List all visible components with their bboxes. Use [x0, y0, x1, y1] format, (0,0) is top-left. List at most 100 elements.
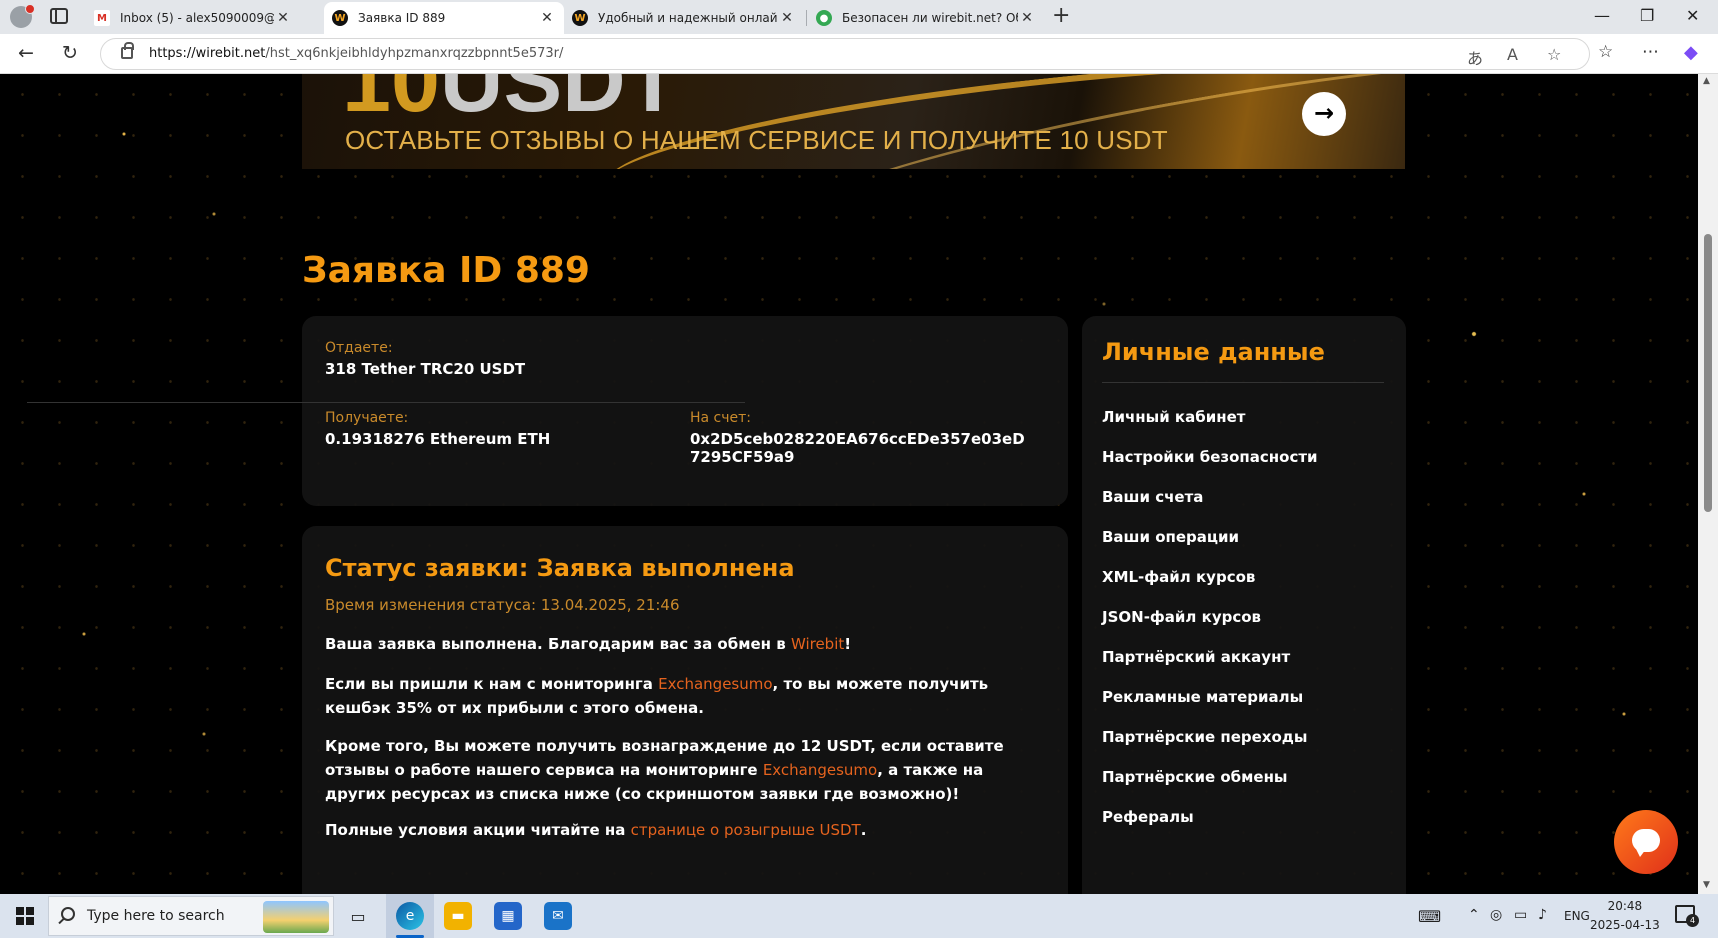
- mail-icon[interactable]: ✉: [544, 902, 572, 930]
- store-icon[interactable]: ▦: [494, 902, 522, 930]
- account-value-line1: 0x2D5ceb028220EA676ccEDe357e03eD: [690, 430, 1025, 448]
- sidebar-item-accounts[interactable]: Ваши счета: [1102, 488, 1203, 506]
- sidebar-item-partner-exchanges[interactable]: Партнёрские обмены: [1102, 768, 1288, 786]
- tab-separator: [806, 10, 807, 26]
- banner-arrow-icon[interactable]: →: [1302, 92, 1346, 136]
- close-tab-icon[interactable]: ✕: [538, 10, 556, 26]
- sidebar-item-json-rates[interactable]: JSON-файл курсов: [1102, 608, 1261, 626]
- tab-order-889[interactable]: W Заявка ID 889 ✕: [324, 2, 564, 34]
- page-viewport: 10USDT ОСТАВЬТЕ ОТЗЫВЫ О НАШЕМ СЕРВИСЕ И…: [4, 74, 1698, 894]
- windows-taskbar: Type here to search ▭ e ▬ ▦ ✉ ⌨ ⌃ ◎ ▭ ♪ …: [0, 894, 1718, 938]
- wirebit-icon: W: [332, 10, 348, 26]
- sidebar-divider: [1102, 382, 1384, 383]
- scroll-down-icon[interactable]: ▼: [1703, 880, 1710, 890]
- sidebar-item-partner-account[interactable]: Партнёрский аккаунт: [1102, 648, 1290, 666]
- review-site-icon: ●: [816, 10, 832, 26]
- sidebar-item-promo-materials[interactable]: Рекламные материалы: [1102, 688, 1303, 706]
- sidebar-item-operations[interactable]: Ваши операции: [1102, 528, 1239, 546]
- status-paragraph-3: Кроме того, Вы можете получить вознаграж…: [325, 737, 1004, 803]
- lock-icon[interactable]: [121, 42, 134, 59]
- usdt-giveaway-link[interactable]: странице о розыгрыше USDT: [631, 821, 861, 839]
- exchangesumo-link[interactable]: Exchangesumo: [763, 761, 877, 779]
- favorites-icon[interactable]: ☆: [1598, 42, 1613, 62]
- tab-title: Безопасен ли wirebit.net? Обзор: [842, 11, 1018, 25]
- tab-title: Inbox (5) - alex5090009@gmail.com: [120, 11, 274, 25]
- give-value: 318 Tether TRC20 USDT: [325, 360, 526, 378]
- promo-banner[interactable]: 10USDT ОСТАВЬТЕ ОТЗЫВЫ О НАШЕМ СЕРВИСЕ И…: [302, 74, 1405, 169]
- scroll-up-icon[interactable]: ▲: [1703, 76, 1710, 86]
- edge-browser-icon[interactable]: e: [396, 902, 424, 930]
- restore-icon[interactable]: ❐: [1640, 6, 1654, 25]
- keyboard-icon[interactable]: ⌨: [1418, 907, 1441, 926]
- url-text[interactable]: https://wirebit.net/hst_xq6nkjeibhldyhpz…: [149, 46, 563, 61]
- banner-text: ОСТАВЬТЕ ОТЗЫВЫ О НАШЕМ СЕРВИСЕ И ПОЛУЧИ…: [345, 125, 1168, 155]
- notification-icon[interactable]: 4: [1675, 905, 1699, 927]
- status-title: Статус заявки: Заявка выполнена: [325, 554, 795, 582]
- minimize-icon[interactable]: —: [1594, 6, 1610, 25]
- exchangesumo-link[interactable]: Exchangesumo: [658, 675, 772, 693]
- sidebar-item-partner-visits[interactable]: Партнёрские переходы: [1102, 728, 1307, 746]
- network-icon[interactable]: ▭: [1514, 907, 1527, 923]
- read-aloud-icon[interactable]: A: [1507, 45, 1518, 64]
- wirebit-link[interactable]: Wirebit: [791, 635, 844, 653]
- sidebar-item-security[interactable]: Настройки безопасности: [1102, 448, 1318, 466]
- status-time: Время изменения статуса: 13.04.2025, 21:…: [325, 596, 680, 614]
- system-clock[interactable]: 20:48 2025-04-13: [1590, 897, 1660, 935]
- task-view-icon[interactable]: ▭: [344, 902, 372, 930]
- tab-title: Удобный и надежный онлайн-обменник: [598, 11, 778, 25]
- tab-wirebit-home[interactable]: W Удобный и надежный онлайн-обменник ✕: [564, 2, 804, 34]
- page-title: Заявка ID 889: [302, 250, 590, 291]
- close-tab-icon[interactable]: ✕: [274, 10, 292, 26]
- file-explorer-icon[interactable]: ▬: [444, 902, 472, 930]
- wirebit-icon: W: [572, 10, 588, 26]
- search-highlight-image[interactable]: [263, 901, 329, 933]
- notification-count: 4: [1686, 914, 1699, 927]
- clock-date: 2025-04-13: [1590, 918, 1660, 932]
- tab-actions-icon[interactable]: [50, 8, 68, 24]
- language-indicator[interactable]: ENG: [1564, 909, 1590, 923]
- refresh-icon[interactable]: ↻: [62, 42, 78, 64]
- meet-now-icon[interactable]: ◎: [1490, 907, 1502, 923]
- new-tab-icon[interactable]: +: [1052, 5, 1070, 27]
- close-tab-icon[interactable]: ✕: [1018, 10, 1036, 26]
- receive-value: 0.19318276 Ethereum ETH: [325, 430, 551, 448]
- chat-bubble-icon: [1632, 829, 1660, 857]
- gmail-icon: M: [94, 10, 110, 26]
- copilot-icon[interactable]: ◆: [1684, 42, 1698, 63]
- sidebar-item-xml-rates[interactable]: XML-файл курсов: [1102, 568, 1255, 586]
- sidebar-item-dashboard[interactable]: Личный кабинет: [1102, 408, 1245, 426]
- live-chat-button[interactable]: [1614, 810, 1678, 874]
- summary-divider: [27, 402, 745, 403]
- give-label: Отдаете:: [325, 340, 393, 356]
- scroll-thumb[interactable]: [1704, 234, 1712, 512]
- account-label: На счет:: [690, 410, 752, 426]
- search-icon: [61, 907, 75, 921]
- show-hidden-icons-icon[interactable]: ⌃: [1468, 907, 1480, 923]
- back-icon[interactable]: ←: [18, 42, 34, 64]
- tab-review[interactable]: ● Безопасен ли wirebit.net? Обзор ✕: [808, 2, 1044, 34]
- address-bar[interactable]: https://wirebit.net/hst_xq6nkjeibhldyhpz…: [100, 38, 1590, 70]
- sidebar-title: Личные данные: [1102, 338, 1325, 366]
- translate-icon[interactable]: あ: [1467, 45, 1483, 69]
- close-tab-icon[interactable]: ✕: [778, 10, 796, 26]
- more-menu-icon[interactable]: ⋯: [1642, 42, 1659, 62]
- profile-avatar-icon[interactable]: [10, 4, 35, 28]
- tab-gmail[interactable]: M Inbox (5) - alex5090009@gmail.com ✕: [86, 2, 300, 34]
- status-paragraph-2: Если вы пришли к нам с мониторинга Excha…: [325, 675, 989, 717]
- order-status-card: Статус заявки: Заявка выполнена Время из…: [302, 526, 1068, 894]
- windows-start-icon[interactable]: [16, 907, 34, 925]
- close-window-icon[interactable]: ✕: [1686, 6, 1699, 25]
- browser-tab-strip: M Inbox (5) - alex5090009@gmail.com ✕ W …: [0, 0, 1718, 34]
- page-scrollbar[interactable]: ▲ ▼: [1698, 74, 1718, 894]
- browser-toolbar: ← ↻ https://wirebit.net/hst_xq6nkjeibhld…: [0, 34, 1718, 74]
- status-paragraph-1: Ваша заявка выполнена. Благодарим вас за…: [325, 635, 852, 653]
- receive-label: Получаете:: [325, 410, 409, 426]
- taskbar-search[interactable]: Type here to search: [48, 896, 334, 936]
- status-paragraph-4: Полные условия акции читайте на странице…: [325, 821, 867, 839]
- order-summary-card: Отдаете: 318 Tether TRC20 USDT Получаете…: [302, 316, 1068, 506]
- volume-icon[interactable]: ♪: [1538, 907, 1547, 923]
- clock-time: 20:48: [1607, 899, 1643, 913]
- sidebar-item-referrals[interactable]: Рефералы: [1102, 808, 1194, 826]
- tab-title: Заявка ID 889: [358, 11, 446, 25]
- favorite-star-icon[interactable]: ☆: [1547, 45, 1561, 64]
